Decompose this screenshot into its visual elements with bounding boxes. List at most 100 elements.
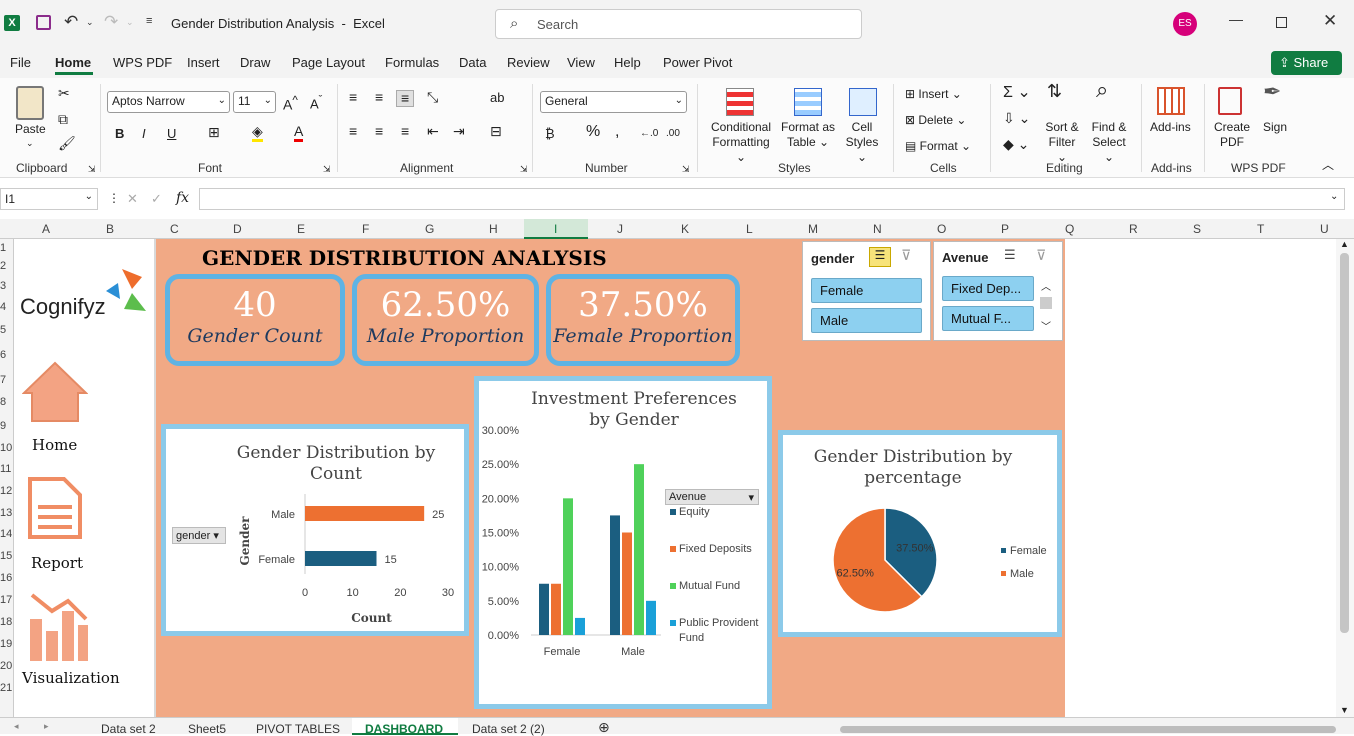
font-color-icon[interactable]: A	[294, 124, 304, 142]
align-left-icon[interactable]: ≡	[349, 124, 357, 139]
dialog-launcher-icon[interactable]: ⇲	[520, 162, 528, 177]
create-pdf-button[interactable]: Create PDF	[1214, 120, 1250, 150]
undo-icon[interactable]: ↶	[64, 12, 78, 32]
column-header[interactable]: R	[1129, 222, 1138, 236]
column-header[interactable]: J	[617, 222, 623, 236]
visualization-link[interactable]: Visualization	[22, 669, 120, 687]
italic-icon[interactable]: I	[142, 126, 146, 141]
column-header[interactable]: U	[1320, 222, 1329, 236]
horizontal-scrollbar[interactable]	[840, 726, 1336, 733]
scroll-down-icon[interactable]: ﹀	[1041, 318, 1051, 333]
clear-filter-icon[interactable]: ⊽	[901, 247, 911, 264]
column-header[interactable]: O	[937, 222, 946, 236]
more-icon[interactable]: ⋮	[108, 191, 120, 205]
slicer-item-female[interactable]: Female	[811, 278, 922, 303]
align-middle-icon[interactable]: ≡	[375, 90, 383, 105]
search-box[interactable]: ⌕ Search	[495, 9, 862, 39]
row-header[interactable]: 21	[0, 682, 12, 694]
formula-input[interactable]	[199, 188, 1345, 210]
row-header[interactable]: 7	[0, 374, 6, 386]
increase-font-icon[interactable]: A^	[283, 93, 298, 113]
scroll-up-icon[interactable]: ▲	[1340, 239, 1349, 249]
row-header[interactable]: 6	[0, 349, 6, 361]
tab-wps-pdf[interactable]: WPS PDF	[113, 55, 172, 70]
slicer-item-male[interactable]: Male	[811, 308, 922, 333]
column-header[interactable]: B	[106, 222, 114, 236]
save-icon[interactable]	[36, 15, 51, 30]
chart-gender-count[interactable]: Gender Distribution by Count gender ▾ Ma…	[161, 424, 469, 636]
orientation-icon[interactable]: ⤡	[427, 90, 438, 105]
clear-filter-icon[interactable]: ⊽	[1036, 247, 1046, 264]
tab-home[interactable]: Home	[55, 55, 91, 70]
restore-icon[interactable]	[1276, 17, 1287, 28]
delete-cells-button[interactable]: ⊠ Delete ⌄	[905, 113, 966, 128]
font-name-select[interactable]: Aptos Narrow ⌄	[107, 91, 230, 113]
tab-insert[interactable]: Insert	[187, 55, 220, 70]
autosum-icon[interactable]: Σ ⌄	[1003, 85, 1031, 101]
wrap-text-icon[interactable]: ab	[490, 90, 504, 105]
tab-help[interactable]: Help	[614, 55, 641, 70]
tab-next-icon[interactable]: ▸	[44, 721, 49, 732]
column-header[interactable]: F	[362, 222, 369, 236]
sign-button[interactable]: Sign	[1263, 120, 1287, 135]
row-header[interactable]: 10	[0, 442, 12, 454]
tab-power-pivot[interactable]: Power Pivot	[663, 55, 732, 70]
paste-dropdown-icon[interactable]: ⌄	[26, 136, 34, 151]
percent-style-icon[interactable]: %	[586, 124, 600, 140]
scroll-up-icon[interactable]: ︿	[1041, 278, 1051, 293]
column-header[interactable]: G	[425, 222, 434, 236]
minimize-icon[interactable]: —	[1229, 11, 1243, 27]
cell-styles-button[interactable]: Cell Styles ⌄	[840, 120, 884, 165]
dialog-launcher-icon[interactable]: ⇲	[88, 162, 96, 177]
row-header[interactable]: 4	[0, 301, 6, 313]
redo-icon[interactable]: ↷	[104, 12, 118, 32]
bold-icon[interactable]: B	[115, 126, 124, 141]
row-header[interactable]: 16	[0, 572, 12, 584]
collapse-ribbon-icon[interactable]: ︿	[1322, 158, 1334, 173]
column-header[interactable]: Q	[1065, 222, 1074, 236]
enter-icon[interactable]: ✓	[151, 191, 162, 207]
row-header[interactable]: 18	[0, 616, 12, 628]
dialog-launcher-icon[interactable]: ⇲	[682, 162, 690, 177]
column-header[interactable]: N	[873, 222, 882, 236]
column-header[interactable]: T	[1257, 222, 1264, 236]
row-header[interactable]: 2	[0, 260, 6, 272]
avatar[interactable]: ES	[1173, 12, 1197, 36]
insert-function-icon[interactable]: fx	[176, 190, 189, 206]
align-top-icon[interactable]: ≡	[349, 90, 357, 105]
row-header[interactable]: 5	[0, 324, 6, 336]
row-header[interactable]: 15	[0, 550, 12, 562]
align-right-icon[interactable]: ≡	[401, 124, 409, 139]
column-header[interactable]: L	[746, 222, 753, 236]
paste-button[interactable]: Paste	[15, 122, 46, 137]
number-format-select[interactable]: General ⌄	[540, 91, 687, 113]
report-link[interactable]: Report	[31, 554, 83, 572]
column-header[interactable]: I	[554, 222, 557, 236]
scroll-down-icon[interactable]: ▼	[1340, 705, 1349, 715]
column-header[interactable]: C	[170, 222, 179, 236]
column-header[interactable]: A	[42, 222, 50, 236]
format-cells-button[interactable]: ▤ Format ⌄	[905, 139, 971, 154]
decrease-indent-icon[interactable]: ⇤	[427, 124, 439, 139]
multi-select-icon[interactable]: ☰	[869, 247, 891, 267]
format-as-table-button[interactable]: Format as Table ⌄	[781, 120, 835, 150]
insert-cells-button[interactable]: ⊞ Insert ⌄	[905, 87, 962, 102]
home-link[interactable]: Home	[32, 436, 77, 454]
underline-icon[interactable]: U	[167, 126, 176, 141]
increase-decimal-icon[interactable]: ←.0	[640, 126, 658, 141]
format-painter-icon[interactable]: 🖌	[58, 136, 76, 151]
clear-icon[interactable]: ◆ ⌄	[1003, 137, 1029, 152]
borders-icon[interactable]: ⊞	[208, 125, 220, 140]
fill-color-icon[interactable]: ◈	[252, 124, 263, 142]
tab-view[interactable]: View	[567, 55, 595, 70]
multi-select-icon[interactable]: ☰	[1004, 247, 1016, 263]
comma-style-icon[interactable]: ,	[615, 124, 619, 140]
tab-formulas[interactable]: Formulas	[385, 55, 439, 70]
column-header[interactable]: M	[808, 222, 818, 236]
row-header[interactable]: 17	[0, 594, 12, 606]
cut-icon[interactable]: ✂	[58, 86, 70, 101]
copy-icon[interactable]: ⧉	[58, 112, 68, 127]
accounting-format-icon[interactable]: ₿	[545, 126, 555, 141]
undo-dropdown-icon[interactable]: ⌄	[86, 17, 94, 28]
row-header[interactable]: 9	[0, 420, 6, 432]
